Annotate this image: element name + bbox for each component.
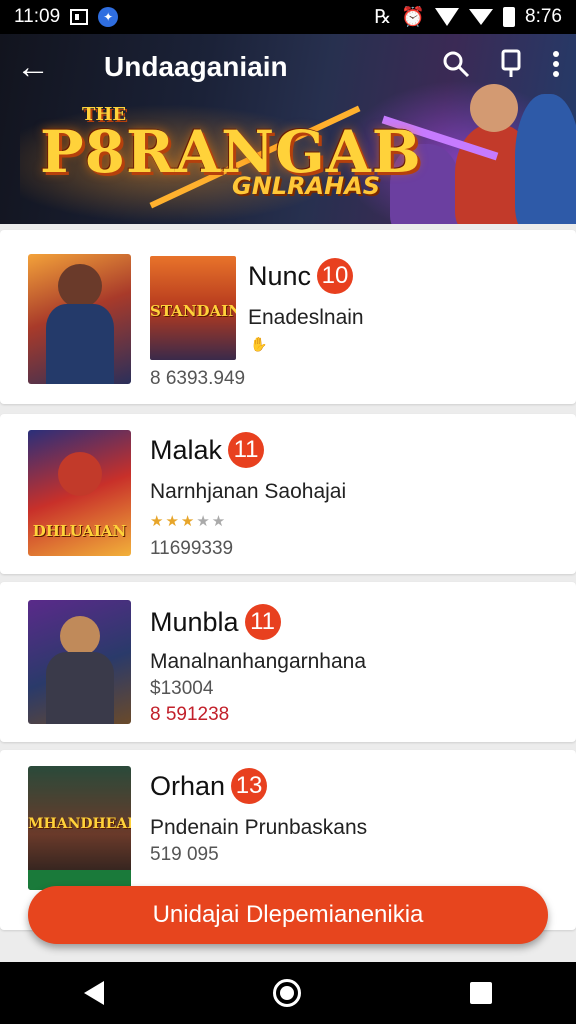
page-title: Undaaganiain xyxy=(104,51,288,82)
item-subtitle: Enadeslnain xyxy=(248,306,364,329)
more-vert-icon[interactable] xyxy=(552,50,560,85)
status-bar: 11:09 ✦ ℞ ⏰ 8:76 xyxy=(0,0,576,34)
item-title: Malak 11 xyxy=(150,432,265,468)
hand-icon: ✋ xyxy=(250,336,268,352)
item-thumbnail: DHLUAIAN xyxy=(28,430,131,556)
item-badge: 13 xyxy=(231,768,268,804)
item-meta: 519 095 xyxy=(150,844,219,865)
system-nav-bar xyxy=(0,962,576,1024)
list-item[interactable]: Munbla 11 Manalnanhangarnhana $13004 8 5… xyxy=(0,582,576,742)
banner-hero-3 xyxy=(515,94,576,224)
vibrate-icon: ℞ xyxy=(374,6,392,28)
nav-recents-icon[interactable] xyxy=(469,982,492,1004)
item-thumbnail: MHANDHEAI xyxy=(28,766,131,890)
item-meta: 8 6393.949 xyxy=(150,368,246,389)
item-thumbnail xyxy=(28,254,131,384)
banner-logo-subtitle: GNLRAHAS xyxy=(232,172,381,200)
back-arrow-icon[interactable]: ← xyxy=(16,48,68,87)
item-cover: STANDAIN xyxy=(150,256,236,360)
item-title: Munbla 11 xyxy=(150,604,281,640)
item-meta: 11699339 xyxy=(150,538,234,559)
item-subtitle: Narnhjanan Saohajai xyxy=(150,480,347,503)
item-badge: 10 xyxy=(317,258,354,294)
nav-home-icon[interactable] xyxy=(272,979,301,1007)
status-time: 11:09 xyxy=(14,6,61,27)
list-item[interactable]: STANDAIN Nunc 10 Enadeslnain ✋ 8 6393.94… xyxy=(0,230,576,404)
status-clock: 8:76 xyxy=(525,6,562,27)
wifi-icon xyxy=(435,8,460,26)
bookmark-icon[interactable] xyxy=(500,49,522,86)
item-thumbnail xyxy=(28,600,131,724)
search-icon[interactable] xyxy=(442,50,470,85)
battery-icon xyxy=(503,7,516,27)
nav-back-icon[interactable] xyxy=(84,981,105,1005)
bluetooth-icon: ✦ xyxy=(98,7,119,27)
item-badge: 11 xyxy=(244,604,281,640)
signal-icon xyxy=(469,9,494,25)
item-title: Nunc 10 xyxy=(248,258,354,294)
screenshot-icon xyxy=(70,9,89,25)
alarm-icon: ⏰ xyxy=(401,7,426,28)
item-title: Orhan 13 xyxy=(150,768,268,804)
item-meta-price: 8 591238 xyxy=(150,704,230,725)
primary-action-button[interactable]: Unidajai Dlepemianenikia xyxy=(28,886,548,944)
item-subtitle: Manalnanhangarnhana xyxy=(150,650,367,673)
app-bar: ← Undaaganiain xyxy=(0,34,576,100)
item-rating: ★★★★★ xyxy=(150,513,228,530)
item-meta: $13004 xyxy=(150,678,214,699)
item-badge: 11 xyxy=(228,432,265,468)
item-subtitle: Pndenain Prunbaskans xyxy=(150,816,368,839)
list-item[interactable]: DHLUAIAN Malak 11 Narnhjanan Saohajai ★★… xyxy=(0,414,576,574)
